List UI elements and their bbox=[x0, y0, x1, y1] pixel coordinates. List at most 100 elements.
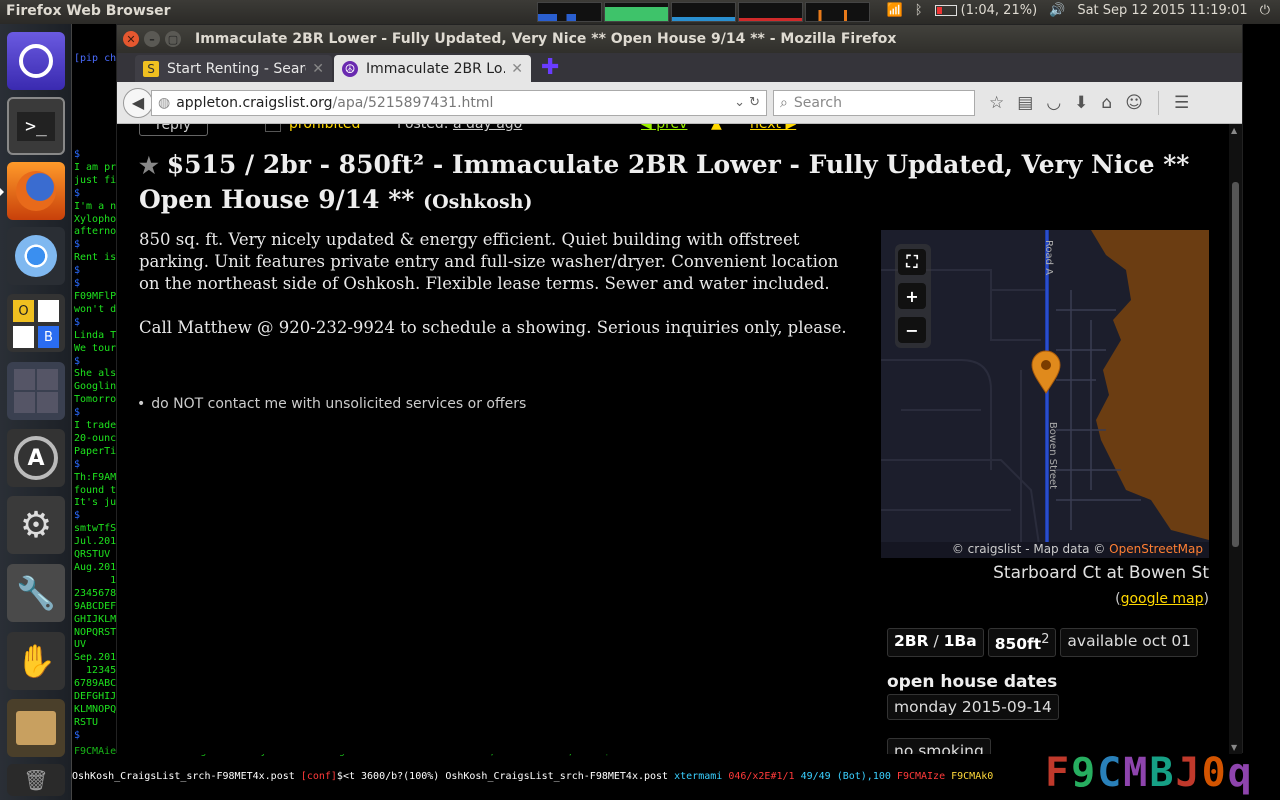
url-bar[interactable]: ◍ appleton.craigslist.org/apa/5215897431… bbox=[151, 89, 767, 116]
wifi-icon[interactable]: 📶 bbox=[887, 3, 903, 18]
big-status-char: F bbox=[1045, 750, 1072, 796]
terminal-line: Jul.201 bbox=[74, 536, 117, 548]
downloads-icon[interactable]: ⬇ bbox=[1074, 93, 1088, 113]
firefox-launcher[interactable] bbox=[0, 162, 65, 220]
pocket-icon[interactable]: ◡ bbox=[1046, 93, 1061, 113]
scroll-down-icon[interactable]: ▼ bbox=[1231, 743, 1237, 752]
updater-icon: A bbox=[14, 436, 58, 480]
home-icon[interactable]: ⌂ bbox=[1101, 93, 1112, 113]
battery-indicator[interactable]: (1:04, 21%) bbox=[934, 3, 1037, 18]
workspace-switcher-launcher[interactable] bbox=[7, 362, 65, 420]
google-map-line: (google map) bbox=[1115, 591, 1209, 607]
system-tools-launcher[interactable]: 🔧 bbox=[7, 564, 65, 622]
plus-icon: + bbox=[905, 286, 919, 306]
next-link[interactable]: next ▶ bbox=[750, 124, 796, 132]
big-status-char: C bbox=[1097, 750, 1124, 796]
map-fullscreen-button[interactable]: ⛶ bbox=[898, 249, 926, 275]
status-conf: [conf] bbox=[300, 771, 337, 782]
terminal-line: I am pr bbox=[74, 161, 117, 173]
map-zoom-out-button[interactable]: − bbox=[898, 317, 926, 343]
map-zoom-in-button[interactable]: + bbox=[898, 283, 926, 309]
terminal-line: $ bbox=[74, 149, 81, 160]
tab-craigslist-listing[interactable]: ☮ Immaculate 2BR Lo… ✕ bbox=[334, 55, 531, 82]
office-launcher[interactable]: O B bbox=[7, 294, 65, 352]
site-identity-globe-icon[interactable]: ◍ bbox=[158, 95, 170, 111]
firefox-titlebar[interactable]: ✕ – ▢ Immaculate 2BR Lower - Fully Updat… bbox=[117, 25, 1242, 53]
attr-sqft: 850ft2 bbox=[987, 628, 1057, 658]
terminal-line: Sep.201 bbox=[74, 652, 117, 664]
terminal-line: 9ABCDEF bbox=[74, 600, 117, 612]
notice-item: do NOT contact me with unsolicited servi… bbox=[149, 396, 526, 412]
location-map[interactable]: Road A Bowen Street ⛶ + − © craigslist -… bbox=[881, 230, 1209, 558]
prev-link[interactable]: ◀ prev bbox=[641, 124, 687, 132]
bookmark-star-icon[interactable]: ☆ bbox=[989, 93, 1004, 113]
map-marker-icon[interactable] bbox=[1031, 350, 1061, 394]
firefox-window: ✕ – ▢ Immaculate 2BR Lower - Fully Updat… bbox=[116, 24, 1243, 754]
terminal-line: $ bbox=[74, 316, 81, 328]
terminal-line: found t bbox=[74, 484, 117, 496]
posted-label: Posted: bbox=[397, 124, 449, 132]
terminal-line: DEFGHIJ bbox=[74, 691, 117, 703]
tab-start-renting[interactable]: S Start Renting - Searc… ✕ bbox=[135, 55, 332, 82]
page-content[interactable]: reply prohibited Posted: a day ago ◀ pre… bbox=[117, 124, 1230, 754]
favorite-star-icon[interactable]: ★ bbox=[139, 153, 159, 179]
posting-title: ★ $515 / 2br - 850ft² - Immaculate 2BR Lo… bbox=[139, 148, 1199, 219]
terminal-line: Aug.201 bbox=[74, 562, 117, 573]
power-icon[interactable]: ⏻ bbox=[1260, 3, 1270, 18]
google-map-link[interactable]: google map bbox=[1121, 591, 1204, 607]
window-close-button[interactable]: ✕ bbox=[123, 31, 139, 47]
scroll-up-icon[interactable]: ▲ bbox=[1231, 126, 1237, 135]
software-updater-launcher[interactable]: A bbox=[7, 429, 65, 487]
up-link[interactable]: ▲ bbox=[711, 124, 722, 132]
terminal-line: Th:F9AM bbox=[74, 471, 117, 483]
url-dropdown-icon[interactable]: ⌄ ↻ bbox=[734, 95, 760, 110]
chromium-launcher[interactable] bbox=[7, 227, 65, 285]
active-app-title: Firefox Web Browser bbox=[6, 3, 171, 19]
office-base-icon: B bbox=[38, 326, 59, 348]
craigslist-peace-favicon-icon: ☮ bbox=[342, 60, 358, 77]
file-manager-launcher[interactable] bbox=[7, 699, 65, 757]
accessibility-launcher[interactable]: ✋ bbox=[7, 632, 65, 690]
flag-checkbox[interactable] bbox=[265, 124, 281, 132]
toolbar-icons: ☆ ▤ ◡ ⬇ ⌂ ☺ ☰ bbox=[989, 90, 1189, 115]
terminal-line: F09MFlP bbox=[74, 290, 117, 302]
status-app: xtermami bbox=[674, 771, 723, 782]
workspace-switcher-icon bbox=[14, 369, 58, 413]
terminal-line: I'm a n bbox=[74, 200, 117, 212]
volume-icon[interactable]: 🔊 bbox=[1049, 3, 1065, 18]
swap-graph bbox=[738, 2, 803, 22]
terminal-line: Googlin bbox=[74, 381, 117, 393]
search-bar[interactable]: ⌕ Search bbox=[773, 89, 975, 116]
new-tab-plus-icon[interactable]: ✚ bbox=[541, 55, 559, 80]
ubuntu-dash-button[interactable] bbox=[7, 32, 65, 90]
big-status-char: B bbox=[1149, 750, 1176, 796]
system-settings-launcher[interactable]: ⚙ bbox=[7, 496, 65, 554]
tab-close-icon[interactable]: ✕ bbox=[312, 61, 324, 77]
settings-icon: ⚙ bbox=[19, 504, 53, 546]
scrollbar-thumb[interactable] bbox=[1232, 182, 1239, 547]
window-maximize-button[interactable]: ▢ bbox=[165, 31, 181, 47]
prohibited-link[interactable]: prohibited bbox=[289, 124, 360, 132]
page-scrollbar[interactable]: ▲ ▼ bbox=[1229, 124, 1242, 754]
back-button[interactable]: ◀ bbox=[123, 87, 153, 118]
bluetooth-icon[interactable]: ᛒ bbox=[915, 3, 923, 18]
openhouse-date: monday 2015-09-14 bbox=[887, 694, 1059, 720]
tab-close-icon[interactable]: ✕ bbox=[511, 61, 523, 77]
hello-chat-icon[interactable]: ☺ bbox=[1125, 93, 1143, 113]
hamburger-menu-icon[interactable]: ☰ bbox=[1174, 93, 1189, 113]
clock[interactable]: Sat Sep 12 2015 11:19:01 bbox=[1077, 3, 1247, 18]
trash-launcher[interactable]: 🗑 bbox=[7, 764, 65, 796]
attr-sqft-value: 850ft bbox=[994, 635, 1042, 654]
window-minimize-button[interactable]: – bbox=[144, 31, 160, 47]
openstreetmap-link[interactable]: OpenStreetMap bbox=[1109, 542, 1203, 556]
tab-label: Start Renting - Searc… bbox=[167, 60, 306, 77]
terminal-line: PaperTi bbox=[74, 445, 117, 457]
terminal-launcher[interactable]: >_ bbox=[7, 97, 65, 155]
search-icon: ⌕ bbox=[780, 94, 788, 111]
terminal-line: $ bbox=[74, 239, 81, 251]
bookmarks-menu-icon[interactable]: ▤ bbox=[1017, 93, 1033, 113]
terminal-line: $ bbox=[74, 265, 81, 277]
system-monitor-graphs[interactable] bbox=[537, 2, 870, 22]
close-icon: ✕ bbox=[126, 32, 136, 46]
reply-button[interactable]: reply bbox=[139, 124, 209, 136]
